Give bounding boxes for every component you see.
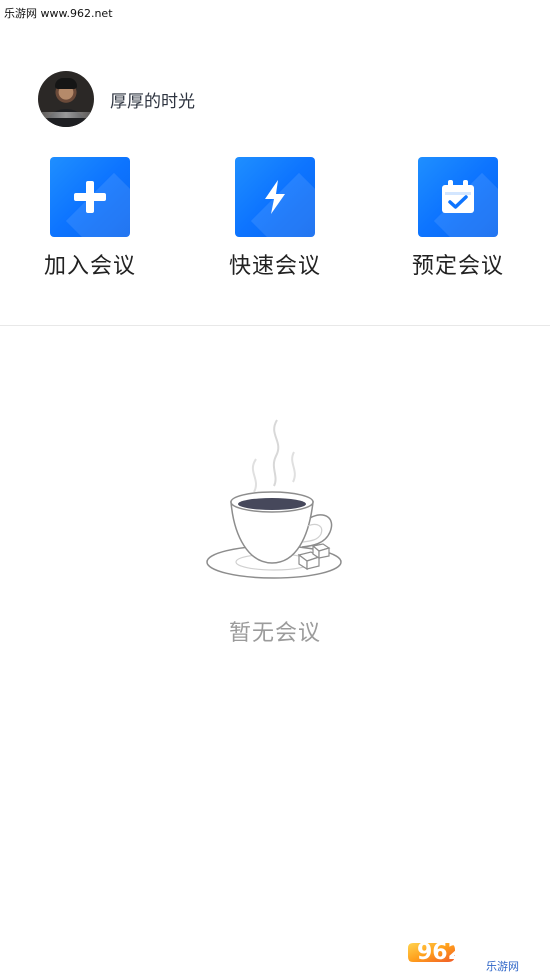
quick-meeting-label: 快速会议 [228,254,321,279]
profile-header[interactable]: 厚厚的时光 [38,70,195,128]
avatar-caption-strip [42,112,90,118]
join-meeting-button[interactable]: 加入会议 [10,157,170,281]
coffee-cup-icon [206,419,342,579]
quick-meeting-button[interactable]: 快速会议 [195,157,355,281]
join-meeting-label: 加入会议 [43,254,136,279]
empty-meeting-text: 暂无会议 [228,621,321,646]
avatar[interactable] [38,71,94,127]
lightning-icon [265,180,285,214]
username: 厚厚的时光 [110,91,195,112]
empty-meeting-state: 暂无会议 [0,410,550,650]
site-watermark-logo: 962.NET 乐游网 [406,931,544,973]
join-meeting-tile[interactable] [50,157,130,237]
watermark-sub-text: 乐游网 [486,960,519,973]
schedule-meeting-button[interactable]: 预定会议 [378,157,538,281]
meeting-actions: 加入会议 快速会议 预定会议 [0,157,550,287]
avatar-hair [55,78,77,89]
schedule-meeting-tile[interactable] [418,157,498,237]
top-watermark: 乐游网 www.962.net [4,7,113,20]
section-divider [0,325,550,326]
calendar-check-icon [442,180,474,213]
quick-meeting-tile[interactable] [235,157,315,237]
plus-icon [74,181,106,213]
schedule-meeting-label: 预定会议 [411,254,504,279]
